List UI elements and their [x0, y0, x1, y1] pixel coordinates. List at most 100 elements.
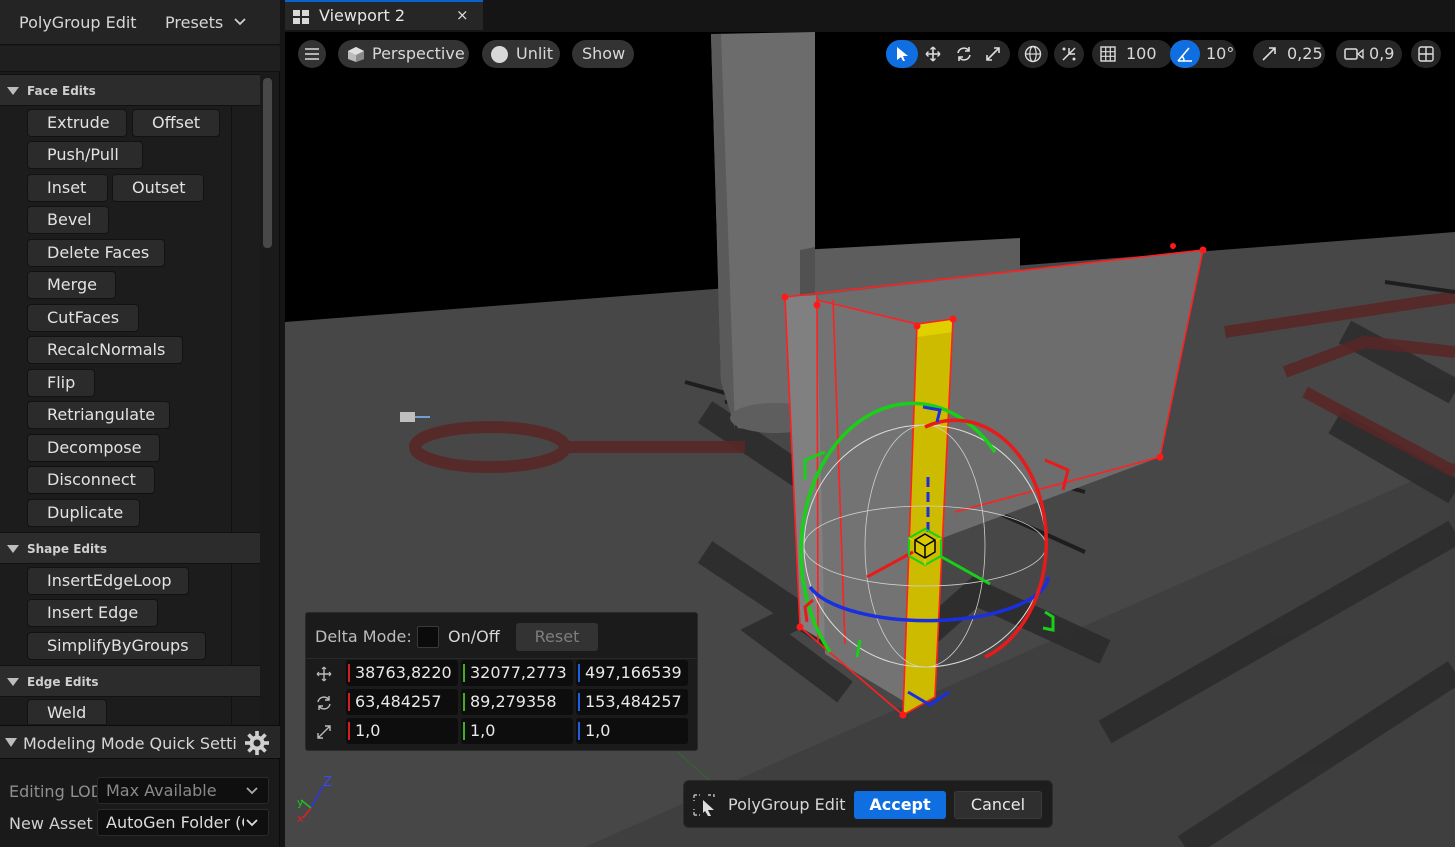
- insert-edge-button[interactable]: Insert Edge: [27, 599, 158, 627]
- editing-lod-value: Max Available: [106, 781, 217, 800]
- x-axis-glyph: x: [297, 812, 304, 825]
- decompose-button[interactable]: Decompose: [27, 434, 160, 462]
- chevron-down-icon[interactable]: [234, 16, 246, 28]
- scale-snap-button[interactable]: 0,25: [1253, 40, 1325, 68]
- show-button[interactable]: Show: [572, 40, 634, 68]
- inset-button[interactable]: Inset: [27, 174, 108, 202]
- editing-lod-label: Editing LOD: [9, 782, 104, 801]
- axis-indicator: Z y x: [297, 775, 332, 825]
- tab-viewport-2[interactable]: Viewport 2 ×: [285, 0, 483, 30]
- view-mode-button[interactable]: Unlit: [482, 40, 560, 68]
- chevron-down-icon: [246, 819, 258, 827]
- scrollbar[interactable]: [263, 78, 272, 248]
- outset-button[interactable]: Outset: [112, 174, 204, 202]
- location-z-field[interactable]: 497,166539: [576, 660, 688, 686]
- quick-settings-label: Modeling Mode Quick Settings: [23, 734, 236, 753]
- 3d-viewport[interactable]: Perspective Unlit Show 100 10° 0,25 0,9 …: [285, 32, 1455, 847]
- select-mode-button[interactable]: [886, 40, 918, 68]
- face-edits-body: Extrude Offset Push/Pull Inset Outset Be…: [0, 106, 260, 532]
- offset-button[interactable]: Offset: [132, 109, 220, 137]
- surface-snap-icon: [1062, 47, 1076, 61]
- z-axis-marker: [578, 722, 580, 740]
- duplicate-button[interactable]: Duplicate: [27, 499, 140, 527]
- viewport-tab-bar: Viewport 2 ×: [285, 0, 1455, 30]
- editing-lod-combo[interactable]: Max Available: [97, 777, 269, 804]
- scale-x-field[interactable]: 1,0: [346, 718, 458, 744]
- section-face-edits[interactable]: Face Edits: [0, 74, 260, 106]
- viewport-layout-icon: [293, 10, 309, 24]
- coordinate-space-button[interactable]: [1018, 40, 1048, 68]
- globe-icon: [1024, 45, 1042, 63]
- viewport-layout-button[interactable]: [1411, 40, 1441, 68]
- bevel-button[interactable]: Bevel: [27, 206, 109, 234]
- accept-button[interactable]: Accept: [854, 791, 946, 819]
- shape-edits-body: InsertEdgeLoop Insert Edge SimplifyByGro…: [0, 564, 260, 665]
- grid-snap-button[interactable]: 100: [1092, 40, 1172, 68]
- move-icon[interactable]: [925, 46, 941, 62]
- push-pull-button[interactable]: Push/Pull: [27, 141, 143, 169]
- location-x-field[interactable]: 38763,8220: [346, 660, 458, 686]
- location-y-field[interactable]: 32077,2773: [461, 660, 573, 686]
- rotation-snap-button[interactable]: 10°: [1170, 40, 1236, 68]
- gear-icon[interactable]: [244, 730, 270, 756]
- cutfaces-button[interactable]: CutFaces: [27, 304, 139, 332]
- transform-delta-panel: Delta Mode: On/Off Reset 38763,8220 3207…: [305, 612, 698, 751]
- divider: [306, 658, 697, 659]
- new-asset-combo[interactable]: AutoGen Folder (Global): [97, 809, 269, 836]
- unlit-label: Unlit: [516, 44, 554, 63]
- camera-icon: [1344, 48, 1364, 60]
- sphere-icon: [491, 46, 508, 63]
- perspective-button[interactable]: Perspective: [338, 40, 469, 68]
- section-edge-edits[interactable]: Edge Edits: [0, 665, 260, 697]
- collapse-triangle-icon: [5, 738, 17, 747]
- tool-header: PolyGroup Edit Presets: [0, 0, 280, 45]
- layout-icon: [1418, 46, 1434, 62]
- tool-name-label: PolyGroup Edit: [728, 795, 846, 814]
- extrude-button[interactable]: Extrude: [27, 109, 127, 137]
- x-axis-marker: [348, 722, 350, 740]
- rotation-z-field[interactable]: 153,484257: [576, 689, 688, 715]
- close-icon[interactable]: ×: [456, 6, 469, 24]
- camera-speed-button[interactable]: 0,9: [1336, 40, 1402, 68]
- rotation-snap-value: 10°: [1206, 44, 1235, 63]
- y-axis-marker: [463, 693, 465, 711]
- reset-button[interactable]: Reset: [516, 623, 598, 651]
- section-shape-edits[interactable]: Shape Edits: [0, 532, 260, 564]
- scale-y-field[interactable]: 1,0: [461, 718, 573, 744]
- scale-icon: [317, 725, 331, 739]
- rotation-snap-toggle[interactable]: [1170, 40, 1200, 68]
- section-label: Face Edits: [27, 84, 96, 98]
- insert-edge-loop-button[interactable]: InsertEdgeLoop: [27, 567, 189, 595]
- scale-z-field[interactable]: 1,0: [576, 718, 688, 744]
- surface-snap-button[interactable]: [1054, 40, 1084, 68]
- flip-button[interactable]: Flip: [27, 369, 95, 397]
- delete-faces-button[interactable]: Delete Faces: [27, 239, 165, 267]
- quick-settings-header[interactable]: Modeling Mode Quick Settings: [0, 725, 280, 759]
- simplify-by-groups-button[interactable]: SimplifyByGroups: [27, 632, 206, 660]
- location-icon: [316, 666, 332, 682]
- cursor-icon: [897, 47, 908, 61]
- rotation-y-field[interactable]: 89,279358: [461, 689, 573, 715]
- viewport-menu-button[interactable]: [298, 40, 326, 68]
- recalc-normals-button[interactable]: RecalcNormals: [27, 336, 183, 364]
- merge-button[interactable]: Merge: [27, 271, 116, 299]
- column-divider: [231, 564, 232, 665]
- retriangulate-button[interactable]: Retriangulate: [27, 401, 170, 429]
- weld-button[interactable]: Weld: [27, 699, 107, 724]
- rotation-x-field[interactable]: 63,484257: [346, 689, 458, 715]
- scale-icon[interactable]: [985, 46, 1001, 62]
- disconnect-button[interactable]: Disconnect: [27, 466, 155, 494]
- z-axis-label: Z: [323, 775, 332, 790]
- rotate-icon[interactable]: [956, 46, 972, 62]
- collapse-triangle-icon: [7, 678, 19, 686]
- y-axis-marker: [463, 722, 465, 740]
- tab-label: Viewport 2: [319, 6, 406, 25]
- new-asset-label: New Asset: [9, 814, 93, 833]
- presets-dropdown[interactable]: Presets: [165, 13, 223, 32]
- cancel-button[interactable]: Cancel: [954, 791, 1042, 819]
- scale-z-value: 1,0: [585, 721, 611, 740]
- polygroup-edit-icon: [693, 794, 715, 816]
- rotation-z-value: 153,484257: [585, 692, 682, 711]
- collapse-triangle-icon: [7, 87, 19, 95]
- delta-mode-checkbox[interactable]: [417, 626, 439, 648]
